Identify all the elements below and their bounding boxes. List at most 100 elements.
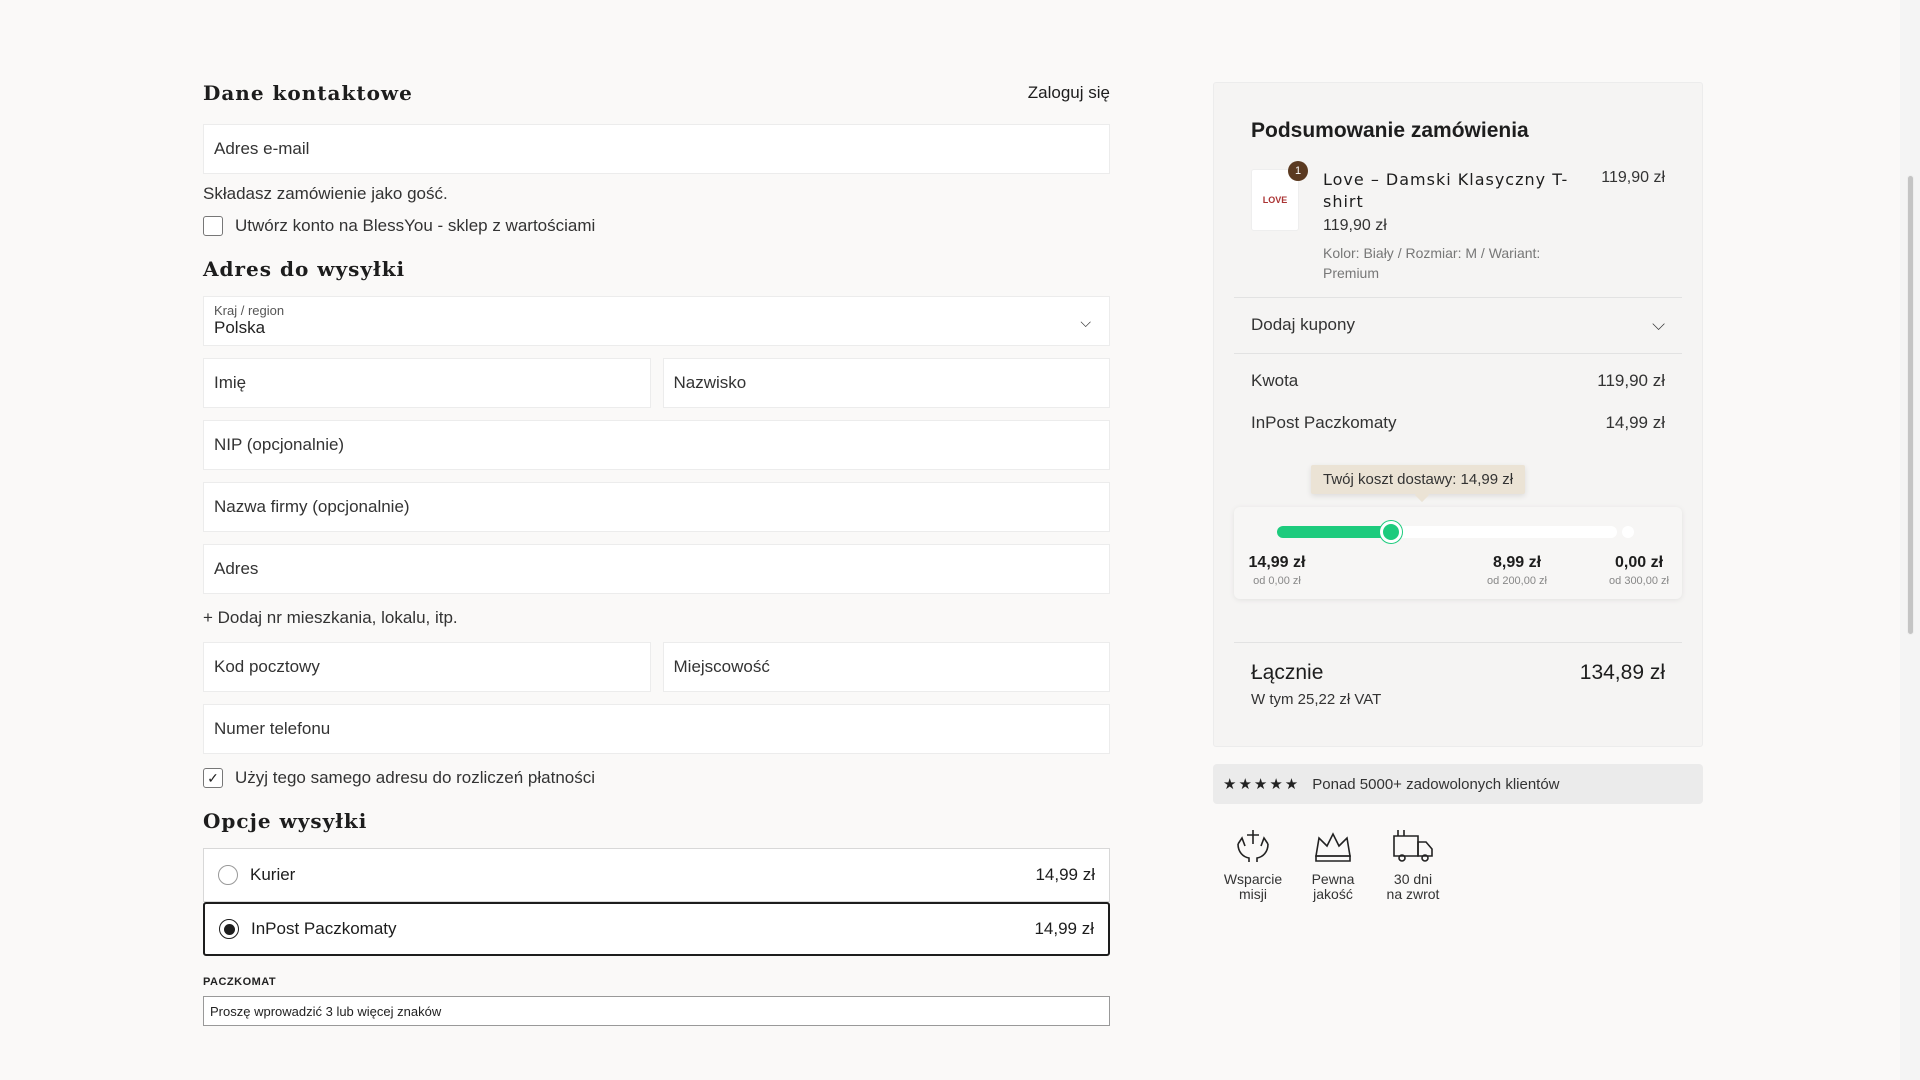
- add-coupons-toggle[interactable]: Dodaj kupony ⌵: [1251, 315, 1665, 335]
- country-select[interactable]: Kraj / region Polska ⌵: [203, 296, 1110, 346]
- order-summary: Podsumowanie zamówienia LOVE 1 Love – Da…: [1213, 82, 1703, 747]
- login-link[interactable]: Zaloguj się: [1028, 83, 1110, 103]
- quantity-badge: 1: [1288, 161, 1308, 181]
- same-billing-row[interactable]: ✓ Użyj tego samego adresu do rozliczeń p…: [203, 768, 1110, 788]
- quality-crown-icon: [1315, 832, 1351, 862]
- paczkomat-label: PACZKOMAT: [203, 976, 277, 988]
- country-label: Kraj / region: [214, 303, 285, 318]
- tier-2: 0,00 zł od 300,00 zł: [1596, 554, 1682, 587]
- divider: [1234, 642, 1682, 643]
- rating-bar: ★★★★★ Ponad 5000+ zadowolonych klientów: [1213, 764, 1703, 804]
- guest-note: Składasz zamówienie jako gość.: [203, 184, 448, 203]
- paczkomat-input[interactable]: Proszę wprowadzić 3 lub więcej znaków: [203, 996, 1110, 1026]
- shipping-value: 14,99 zł: [1605, 413, 1665, 432]
- shipping-option-kurier[interactable]: Kurier 14,99 zł: [203, 848, 1110, 902]
- vat-note: W tym 25,22 zł VAT: [1251, 691, 1382, 708]
- city-field[interactable]: Miejscowość: [662, 642, 1110, 692]
- address-field[interactable]: Adres: [203, 544, 1110, 594]
- badge-line2: na zwrot: [1386, 886, 1440, 902]
- tier-price: 14,99 zł: [1248, 554, 1306, 571]
- postal-row: Kod pocztowy Miejscowość: [203, 642, 1110, 692]
- tier-0: 14,99 zł od 0,00 zł: [1234, 554, 1320, 587]
- coupon-label: Dodaj kupony: [1251, 315, 1355, 334]
- trust-badges: Wsparcie misji Pewna jakość 30 dni na zw…: [1213, 826, 1703, 902]
- delivery-cost-tooltip: Twój koszt dostawy: 14,99 zł: [1311, 465, 1526, 494]
- nip-field[interactable]: NIP (opcjonalnie): [203, 420, 1110, 470]
- shipping-option-price: 14,99 zł: [1034, 919, 1094, 938]
- stars-icon: ★★★★★: [1223, 776, 1301, 793]
- same-billing-label: Użyj tego samego adresu do rozliczeń pła…: [235, 768, 596, 787]
- subtotal-row: Kwota 119,90 zł: [1251, 371, 1665, 391]
- page-scrollbar[interactable]: [1900, 0, 1920, 1080]
- progress-knob: [1380, 521, 1402, 543]
- scrollbar-thumb[interactable]: [1907, 175, 1914, 635]
- last-name-field[interactable]: Nazwisko: [662, 358, 1110, 408]
- total-label: Łącznie: [1251, 661, 1324, 684]
- divider: [1234, 353, 1682, 354]
- country-value: Polska: [214, 318, 266, 337]
- chevron-down-icon: ⌵: [1080, 314, 1091, 330]
- badge-quality: Pewna jakość: [1293, 826, 1373, 902]
- create-account-checkbox[interactable]: [203, 216, 223, 236]
- shipping-option-price: 14,99 zł: [1035, 865, 1095, 884]
- create-account-row[interactable]: Utwórz konto na BlessYou - sklep z warto…: [203, 216, 1110, 236]
- create-account-label: Utwórz konto na BlessYou - sklep z warto…: [235, 216, 596, 235]
- shipping-option-label: Kurier: [250, 865, 296, 884]
- contact-header: Dane kontaktowe Zaloguj się: [203, 78, 1110, 108]
- summary-title: Podsumowanie zamówienia: [1251, 119, 1529, 142]
- total-row: Łącznie 134,89 zł: [1251, 661, 1665, 685]
- shipping-option-inpost[interactable]: InPost Paczkomaty 14,99 zł: [203, 902, 1110, 956]
- order-sidebar: Podsumowanie zamówienia LOVE 1 Love – Da…: [1213, 82, 1703, 902]
- email-field[interactable]: Adres e-mail: [203, 124, 1110, 174]
- tier-threshold: od 0,00 zł: [1253, 575, 1301, 587]
- tier-threshold: od 200,00 zł: [1487, 575, 1547, 587]
- postal-code-field[interactable]: Kod pocztowy: [203, 642, 651, 692]
- product-price: 119,90 zł: [1601, 169, 1665, 186]
- subtotal-label: Kwota: [1251, 371, 1299, 390]
- badge-line1: Wsparcie: [1223, 871, 1283, 887]
- progress-end-dot: [1622, 526, 1634, 538]
- same-billing-checkbox[interactable]: ✓: [203, 768, 223, 788]
- company-field[interactable]: Nazwa firmy (opcjonalnie): [203, 482, 1110, 532]
- shipping-options-header: Opcje wysyłki: [203, 806, 1110, 836]
- shipping-progress: 14,99 zł od 0,00 zł 8,99 zł od 200,00 zł…: [1234, 507, 1682, 599]
- delivery-truck-icon: [1393, 830, 1433, 862]
- tier-price: 0,00 zł: [1614, 554, 1664, 571]
- radio-kurier[interactable]: [218, 865, 238, 885]
- badge-mission: Wsparcie misji: [1213, 826, 1293, 902]
- badge-line1: Pewna: [1311, 871, 1355, 887]
- cart-item: LOVE 1 Love – Damski Klasyczny T-shirt 1…: [1251, 161, 1665, 289]
- product-unit-price: 119,90 zł: [1323, 217, 1387, 234]
- badge-returns: 30 dni na zwrot: [1373, 826, 1453, 902]
- shipping-options-title: Opcje wysyłki: [203, 809, 368, 833]
- badge-line2: misji: [1239, 886, 1267, 902]
- shipping-options-list: Kurier 14,99 zł InPost Paczkomaty 14,99 …: [203, 848, 1110, 956]
- badge-line1: 30 dni: [1393, 871, 1433, 887]
- first-name-field[interactable]: Imię: [203, 358, 651, 408]
- tier-price: 8,99 zł: [1492, 554, 1542, 571]
- add-apartment-link[interactable]: + Dodaj nr mieszkania, lokalu, itp.: [203, 604, 1110, 632]
- progress-fill: [1277, 526, 1391, 538]
- tier-threshold: od 300,00 zł: [1609, 575, 1669, 587]
- subtotal-value: 119,90 zł: [1597, 371, 1665, 390]
- rating-text: Ponad 5000+ zadowolonych klientów: [1312, 775, 1560, 793]
- chevron-down-icon: ⌵: [1652, 315, 1665, 334]
- shipping-option-label: InPost Paczkomaty: [251, 919, 397, 938]
- checkout-page: Dane kontaktowe Zaloguj się Adres e-mail…: [0, 0, 1920, 1080]
- shipping-address-title: Adres do wysyłki: [203, 257, 406, 281]
- hands-cross-icon: [1237, 830, 1269, 862]
- phone-field[interactable]: Numer telefonu: [203, 704, 1110, 754]
- name-row: Imię Nazwisko: [203, 358, 1110, 408]
- shipping-address-header: Adres do wysyłki: [203, 254, 1110, 284]
- badge-line2: jakość: [1313, 886, 1353, 902]
- product-thumb-text: LOVE: [1262, 195, 1288, 205]
- product-variant: Kolor: Biały / Rozmiar: M / Wariant: Pre…: [1323, 245, 1541, 281]
- checkout-form: Dane kontaktowe Zaloguj się Adres e-mail…: [203, 78, 1110, 1026]
- product-name: Love – Damski Klasyczny T-shirt: [1323, 170, 1569, 211]
- radio-inpost[interactable]: [219, 919, 239, 939]
- divider: [1234, 297, 1682, 298]
- shipping-label: InPost Paczkomaty: [1251, 413, 1397, 432]
- total-value: 134,89 zł: [1579, 661, 1665, 684]
- contact-title: Dane kontaktowe: [203, 81, 413, 105]
- shipping-row: InPost Paczkomaty 14,99 zł: [1251, 413, 1665, 433]
